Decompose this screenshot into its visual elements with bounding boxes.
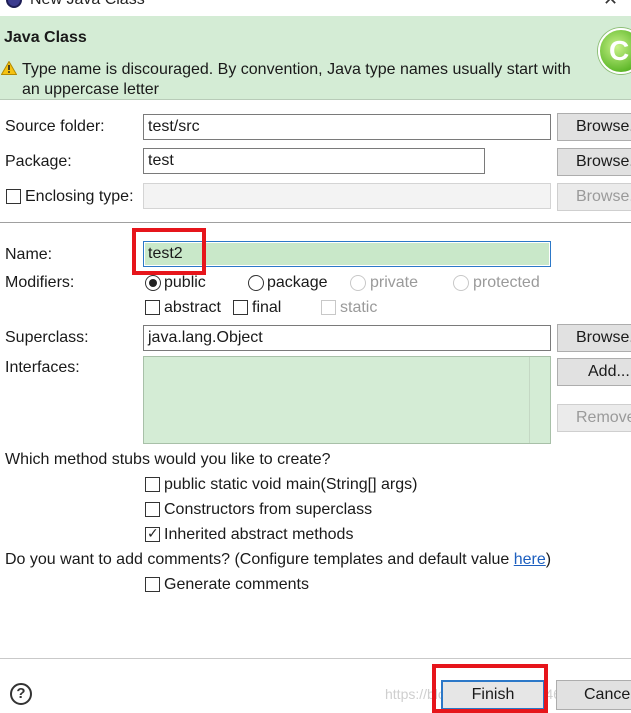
interfaces-list[interactable] [143,356,551,444]
warning-icon [1,61,17,75]
package-browse-button[interactable]: Browse... [557,148,631,176]
close-icon[interactable]: ✕ [603,0,618,10]
superclass-input[interactable]: java.lang.Object [143,325,551,351]
superclass-browse-button[interactable]: Browse... [557,324,631,352]
enclosing-type-label: Enclosing type: [25,188,134,205]
comments-question-suffix: ) [545,551,552,568]
source-folder-browse-button[interactable]: Browse... [557,113,631,141]
inherited-methods-label: Inherited abstract methods [164,526,354,543]
inherited-methods-checkbox[interactable]: ✓ [145,525,160,542]
package-radio[interactable] [248,275,264,291]
generate-comments-checkbox[interactable] [145,577,160,592]
private-radio[interactable] [350,275,366,291]
abstract-label: abstract [164,299,221,316]
static-label: static [340,299,378,316]
protected-radio[interactable] [453,275,469,291]
footer-separator [0,658,631,659]
protected-label: protected [473,274,540,291]
generate-comments-label: Generate comments [164,576,309,593]
check-mark-icon: ✓ [147,525,159,541]
annotation-highlight-finish [432,664,548,713]
enclosing-type-input[interactable] [143,183,551,209]
public-label: public [164,274,206,291]
abstract-checkbox[interactable] [145,300,160,315]
method-stubs-question: Which method stubs would you like to cre… [5,451,331,468]
enclosing-type-browse-button[interactable]: Browse... [557,183,631,211]
help-icon[interactable]: ? [10,683,32,705]
java-class-wizard-logo-icon: C [598,28,631,74]
constructors-checkbox[interactable] [145,502,160,517]
package-input[interactable]: test [143,148,485,174]
enclosing-type-checkbox[interactable] [6,189,21,204]
public-radio[interactable] [145,275,161,291]
add-interface-button[interactable]: Add... [557,358,631,386]
cancel-button[interactable]: Cancel [556,680,631,710]
annotation-highlight-name [132,228,206,275]
window-title: New Java Class [30,0,145,9]
title-bar: New Java Class ✕ [0,0,631,16]
superclass-label: Superclass: [5,329,89,346]
comments-question: Do you want to add comments? (Configure … [5,551,551,569]
static-checkbox[interactable] [321,300,336,315]
modifiers-label: Modifiers: [5,274,75,291]
constructors-label: Constructors from superclass [164,501,373,518]
package-modifier-label: package [267,274,328,291]
final-label: final [252,299,282,316]
warning-message: Type name is discouraged. By convention,… [22,61,571,98]
remove-interface-button[interactable]: Remove [557,404,631,432]
final-checkbox[interactable] [233,300,248,315]
interfaces-list-divider [529,357,530,443]
configure-templates-link[interactable]: here [514,551,546,568]
private-label: private [370,274,419,291]
page-title: Java Class [4,29,87,46]
main-method-label: public static void main(String[] args) [164,476,418,493]
source-folder-label: Source folder: [5,118,105,135]
eclipse-icon [6,0,22,8]
wizard-banner: Java Class Type name is discouraged. By … [0,16,631,100]
comments-question-text: Do you want to add comments? (Configure … [5,551,514,568]
source-folder-input[interactable]: test/src [143,114,551,140]
interfaces-label: Interfaces: [5,359,80,376]
main-method-checkbox[interactable] [145,477,160,492]
name-label: Name: [5,246,53,263]
package-label: Package: [5,153,72,170]
separator-highlight [0,223,631,224]
